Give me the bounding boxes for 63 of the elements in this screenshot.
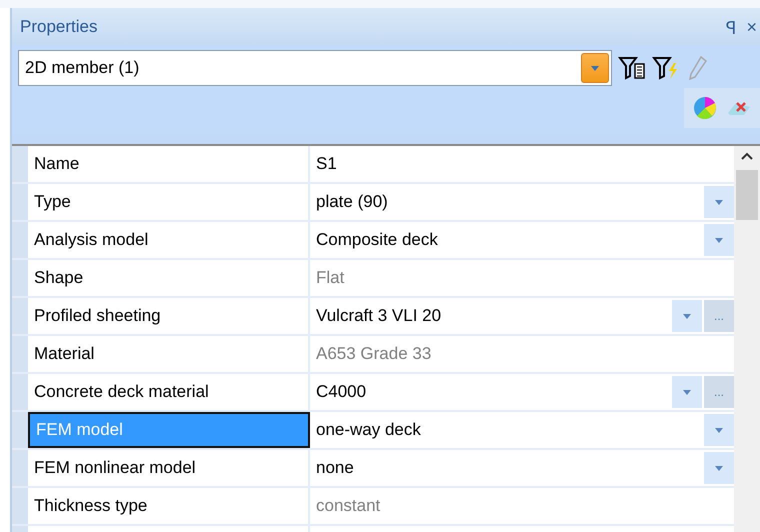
property-value[interactable]: Vulcraft 3 VLI 20 ... [310, 298, 734, 334]
property-value-text: A653 Grade 33 [316, 344, 432, 364]
property-value[interactable]: Flat [310, 260, 734, 296]
property-value-text: constant [316, 496, 382, 516]
property-value-text: Flat [316, 268, 346, 288]
caret-icon [591, 66, 599, 70]
caret-icon [715, 428, 724, 432]
row-gutter [12, 450, 28, 486]
property-name[interactable]: Material [28, 336, 310, 372]
property-value-text: S1 [316, 154, 338, 174]
property-value-text: C4000 [316, 382, 368, 402]
property-name[interactable]: Thickness type [28, 488, 310, 524]
property-name[interactable]: Name [28, 146, 310, 182]
dropdown-button[interactable] [672, 300, 702, 332]
caret-icon [715, 200, 724, 204]
panel-title: Properties [20, 17, 98, 37]
scrollbar[interactable] [734, 146, 760, 532]
dropdown-button[interactable] [581, 53, 609, 83]
close-button[interactable]: × [743, 15, 760, 39]
property-value[interactable]: S1 [310, 146, 734, 182]
property-value-text: one-way deck [316, 420, 422, 440]
row-gutter [12, 336, 28, 372]
filter-icon[interactable] [618, 55, 646, 81]
property-value-text: Vulcraft 3 VLI 20 [316, 306, 442, 326]
dropdown-button[interactable] [672, 376, 702, 408]
dropdown-button[interactable] [704, 414, 734, 446]
scrollbar-thumb[interactable] [736, 170, 758, 220]
caret-icon [683, 314, 692, 318]
row-gutter [12, 222, 28, 258]
property-name[interactable]: Type [28, 184, 310, 220]
property-value-text: Composite deck [316, 230, 439, 250]
dropdown-button[interactable] [704, 224, 734, 256]
pin-button[interactable]: ꟼ [722, 15, 740, 39]
row-gutter [12, 412, 28, 448]
property-value-text: none [316, 458, 355, 478]
property-value-text: plate (90) [316, 192, 389, 212]
scroll-up-icon[interactable] [741, 152, 754, 160]
property-name[interactable]: Profiled sheeting [28, 298, 310, 334]
row-gutter [12, 488, 28, 524]
property-value[interactable]: one-way deck [310, 412, 734, 448]
property-value[interactable]: none [310, 450, 734, 486]
property-name[interactable]: Shape [28, 260, 310, 296]
pencil-icon[interactable] [686, 55, 708, 81]
caret-icon [715, 238, 724, 242]
filter-lightning-icon[interactable] [652, 55, 680, 81]
caret-icon [715, 466, 724, 470]
property-name[interactable]: Analysis model [28, 222, 310, 258]
property-name[interactable]: FEM nonlinear model [28, 450, 310, 486]
property-value[interactable]: C4000 ... [310, 374, 734, 410]
row-gutter [12, 374, 28, 410]
dropdown-button[interactable] [704, 186, 734, 218]
selection-combo[interactable]: 2D member (1) [18, 50, 612, 86]
row-gutter [12, 184, 28, 220]
caret-icon [683, 390, 692, 394]
row-gutter [12, 298, 28, 334]
dropdown-button[interactable] [704, 452, 734, 484]
property-value[interactable]: A653 Grade 33 [310, 336, 734, 372]
property-value[interactable]: plate (90) [310, 184, 734, 220]
property-value[interactable]: Composite deck [310, 222, 734, 258]
property-value[interactable]: constant [310, 488, 734, 524]
row-gutter [12, 260, 28, 296]
row-gutter [12, 146, 28, 182]
property-name[interactable]: Concrete deck material [28, 374, 310, 410]
